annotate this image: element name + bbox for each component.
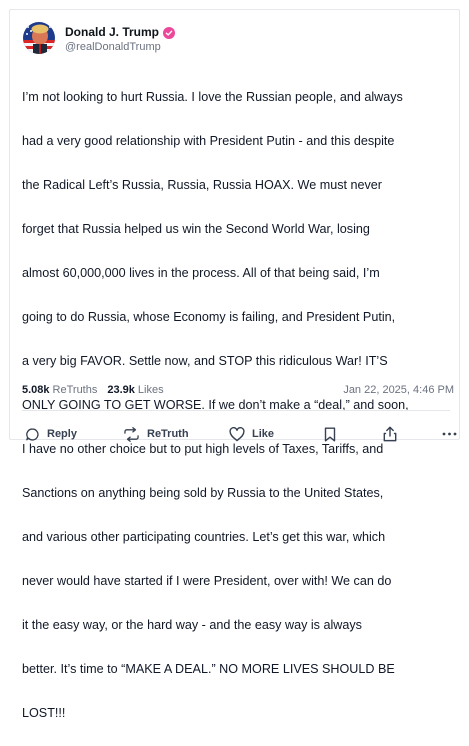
- retruths-count: 5.08k: [22, 384, 50, 396]
- share-button[interactable]: [383, 426, 397, 442]
- retruth-label: ReTruth: [147, 428, 189, 440]
- retruths-label: ReTruths: [52, 384, 98, 396]
- post-text-line: better. It’s time to “MAKE A DEAL.” NO M…: [22, 662, 395, 676]
- likes-count: 23.9k: [107, 384, 135, 396]
- post-text-line: a very big FAVOR. Settle now, and STOP t…: [22, 354, 388, 368]
- like-icon: [229, 426, 245, 442]
- post-text-line: it the easy way, or the hard way - and t…: [22, 618, 362, 632]
- like-label: Like: [252, 428, 275, 440]
- bookmark-icon: [324, 427, 336, 442]
- author-handle[interactable]: @realDonaldTrump: [65, 41, 175, 53]
- reply-button[interactable]: Reply: [25, 427, 77, 442]
- action-bar: Reply ReTruth Like: [22, 424, 457, 444]
- reply-label: Reply: [47, 428, 77, 440]
- likes-stat[interactable]: 23.9k Likes: [107, 384, 163, 396]
- post-text-line: forget that Russia helped us win the Sec…: [22, 222, 370, 236]
- likes-label: Likes: [137, 384, 164, 396]
- more-icon: [442, 432, 457, 436]
- post-text-line: never would have started if I were Presi…: [22, 574, 392, 588]
- avatar[interactable]: [23, 22, 55, 54]
- retruths-stat[interactable]: 5.08k ReTruths: [22, 384, 97, 396]
- post-body: I’m not looking to hurt Russia. I love t…: [22, 64, 450, 746]
- post-text-line: going to do Russia, whose Economy is fai…: [22, 310, 396, 324]
- bookmark-button[interactable]: [324, 427, 336, 442]
- avatar-image: [23, 22, 55, 54]
- like-button[interactable]: Like: [229, 426, 275, 442]
- more-button[interactable]: [442, 432, 457, 436]
- author-names: Donald J. Trump @realDonaldTrump: [65, 23, 176, 53]
- post-text-line: almost 60,000,000 lives in the process. …: [22, 266, 380, 280]
- post-text-line: the Radical Left’s Russia, Russia, Russi…: [22, 178, 382, 192]
- post-text-line: had a very good relationship with Presid…: [22, 134, 395, 148]
- display-name[interactable]: Donald J. Trump: [65, 25, 159, 39]
- post-stats: 5.08k ReTruths 23.9k Likes Jan 22, 2025,…: [22, 381, 454, 399]
- post-header: Donald J. Trump @realDonaldTrump: [23, 22, 176, 54]
- verified-badge-icon: [163, 26, 176, 39]
- post-text-line: I’m not looking to hurt Russia. I love t…: [22, 90, 403, 104]
- post-card: Donald J. Trump @realDonaldTrump I’m not…: [9, 9, 460, 720]
- post-text-line: Sanctions on anything being sold by Russ…: [22, 486, 384, 500]
- display-name-row: Donald J. Trump: [65, 23, 176, 40]
- share-icon: [383, 426, 397, 442]
- retruth-button[interactable]: ReTruth: [123, 426, 189, 442]
- retruth-icon: [123, 426, 140, 442]
- divider: [22, 410, 450, 411]
- reply-icon: [25, 427, 40, 442]
- post-timestamp[interactable]: Jan 22, 2025, 4:46 PM: [343, 384, 454, 396]
- post-text-line: LOST!!!: [22, 706, 66, 720]
- post-text-line: and various other participating countrie…: [22, 530, 386, 544]
